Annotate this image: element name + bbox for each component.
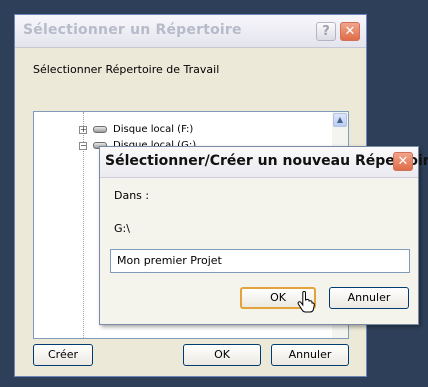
main-dialog-title: Sélectionner un Répertoire [23, 22, 242, 38]
scroll-up-arrow-icon[interactable]: ▲ [333, 113, 347, 127]
create-button[interactable]: Créer [33, 344, 93, 366]
ok-button[interactable]: OK [183, 344, 261, 366]
sub-titlebar[interactable]: Sélectionner/Créer un nouveau Répertoire… [100, 147, 428, 178]
tree-item-label: Disque local (F:) [113, 124, 194, 135]
hard-drive-icon [93, 126, 107, 133]
create-folder-dialog: Sélectionner/Créer un nouveau Répertoire… [99, 146, 428, 325]
main-close-button[interactable]: ✕ [340, 22, 360, 41]
sub-dialog-title: Sélectionner/Créer un nouveau Répertoire [105, 153, 428, 169]
sub-close-button[interactable]: ✕ [393, 152, 413, 171]
sub-cancel-button[interactable]: Annuler [329, 287, 409, 309]
cancel-button[interactable]: Annuler [271, 344, 349, 366]
folder-name-input[interactable]: Mon premier Projet [110, 249, 410, 273]
collapse-icon[interactable]: − [79, 142, 87, 150]
main-titlebar[interactable]: Sélectionner un Répertoire ? ✕ [15, 15, 366, 48]
help-button[interactable]: ? [316, 22, 336, 41]
in-label: Dans : [114, 189, 150, 202]
folder-caption: Sélectionner Répertoire de Travail [33, 63, 220, 76]
path-label: G:\ [114, 222, 130, 235]
hand-cursor-icon [297, 291, 315, 313]
expand-icon[interactable]: + [79, 126, 87, 134]
